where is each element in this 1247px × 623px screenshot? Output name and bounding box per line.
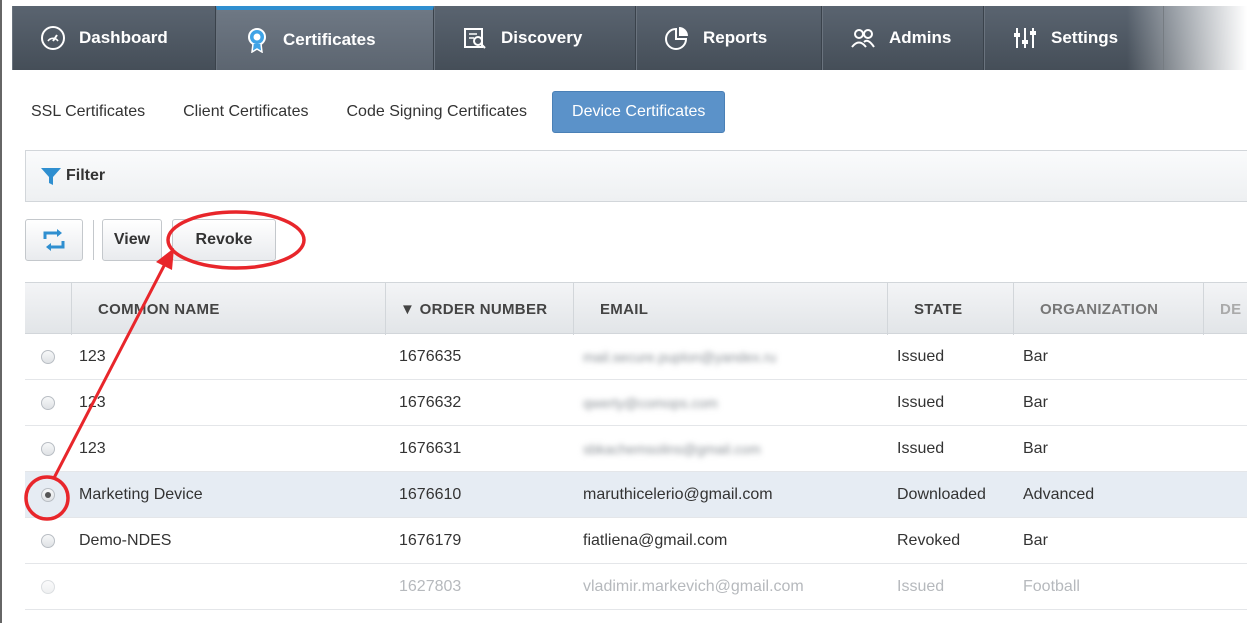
cell-organization: Bar [1023, 393, 1048, 411]
column-header-truncated[interactable]: DE [1203, 283, 1247, 335]
revoke-button[interactable]: Revoke [172, 219, 276, 261]
window-edge [0, 0, 2, 623]
row-radio-selected[interactable] [41, 487, 55, 502]
tab-label: Certificates [283, 30, 376, 49]
tab-reports[interactable]: Reports [636, 6, 822, 70]
refresh-button[interactable] [25, 219, 83, 261]
cell-state: Issued [897, 577, 945, 595]
tab-dashboard[interactable]: Dashboard [12, 6, 216, 70]
table-row[interactable]: 123 1676632 qwerty@comops.com Issued Bar [25, 380, 1247, 426]
cell-email-blurred: sbkachemsolins@gmail.com [583, 440, 761, 457]
cell-organization: Bar [1023, 439, 1048, 457]
cell-state: Downloaded [897, 485, 986, 503]
subtab-ssl-certificates[interactable]: SSL Certificates [12, 91, 164, 133]
tab-label: Settings [1051, 28, 1119, 47]
row-radio[interactable] [41, 395, 55, 410]
toolbar-separator [93, 220, 94, 260]
table-row[interactable]: Demo-NDES 1676179 fiatliena@gmail.com Re… [25, 518, 1247, 564]
cell-organization: Bar [1023, 347, 1048, 365]
subtab-client-certificates[interactable]: Client Certificates [164, 91, 327, 133]
table-row[interactable]: 123 1676635 mail.secure.puplon@yandex.ru… [25, 334, 1247, 380]
certificate-type-tabs: SSL Certificates Client Certificates Cod… [12, 90, 726, 134]
cell-order-number: 1676632 [399, 393, 462, 411]
cell-email: maruthicelerio@gmail.com [583, 485, 773, 503]
filter-label: Filter [66, 167, 106, 184]
discovery-icon [461, 24, 489, 52]
cell-common-name: 123 [79, 393, 106, 411]
cell-organization: Football [1023, 577, 1080, 595]
cell-common-name: Marketing Device [79, 485, 203, 503]
table-row[interactable]: 123 1676631 sbkachemsolins@gmail.com Iss… [25, 426, 1247, 472]
cell-order-number: 1676610 [399, 485, 462, 503]
column-header-email[interactable]: EMAIL [573, 283, 887, 335]
row-radio[interactable] [41, 349, 55, 364]
device-certificates-table: COMMON NAME ▼ ORDER NUMBER EMAIL STATE O… [25, 282, 1247, 610]
tab-discovery[interactable]: Discovery [434, 6, 636, 70]
column-header-organization[interactable]: ORGANIZATION [1013, 283, 1203, 335]
view-button[interactable]: View [102, 219, 162, 261]
row-radio[interactable] [41, 579, 55, 594]
cell-common-name: 123 [79, 347, 106, 365]
tab-label: Reports [703, 28, 768, 47]
tab-label: Admins [889, 28, 952, 47]
toolbar: View Revoke [25, 218, 276, 262]
cell-state: Issued [897, 393, 945, 411]
tab-label: Discovery [501, 28, 583, 47]
cell-email-blurred: qwerty@comops.com [583, 394, 718, 411]
admins-icon [849, 24, 877, 52]
filter-icon [41, 168, 61, 185]
cell-state: Issued [897, 347, 945, 365]
cell-order-number: 1676631 [399, 439, 462, 457]
cell-email: fiatliena@gmail.com [583, 531, 728, 549]
cell-organization: Bar [1023, 531, 1048, 549]
row-radio[interactable] [41, 441, 55, 456]
cell-order-number: 1676179 [399, 531, 462, 549]
column-header-common-name[interactable]: COMMON NAME [71, 283, 385, 335]
filter-bar[interactable]: Filter [25, 150, 1247, 202]
cell-email-blurred: mail.secure.puplon@yandex.ru [583, 348, 777, 365]
settings-icon [1011, 24, 1039, 52]
main-navigation: Dashboard Certificates Discovery Reports… [12, 6, 1247, 70]
table-header: COMMON NAME ▼ ORDER NUMBER EMAIL STATE O… [25, 282, 1247, 335]
table-row[interactable]: 1627803 vladimir.markevich@gmail.com Iss… [25, 564, 1247, 610]
select-column-header [25, 283, 71, 335]
certificate-icon [243, 26, 271, 54]
tab-certificates[interactable]: Certificates [216, 6, 434, 70]
column-header-state[interactable]: STATE [887, 283, 1013, 335]
subtab-code-signing-certificates[interactable]: Code Signing Certificates [328, 91, 547, 133]
cell-email: vladimir.markevich@gmail.com [583, 577, 804, 595]
cell-state: Revoked [897, 531, 961, 549]
gauge-icon [39, 24, 67, 52]
cell-organization: Advanced [1023, 485, 1095, 503]
table-row-selected[interactable]: Marketing Device 1676610 maruthicelerio@… [25, 472, 1247, 518]
tab-settings[interactable]: Settings [984, 6, 1164, 70]
row-radio[interactable] [41, 533, 55, 548]
reports-icon [663, 24, 691, 52]
cell-common-name: Demo-NDES [79, 531, 172, 549]
column-header-order-number[interactable]: ▼ ORDER NUMBER [385, 283, 573, 335]
cell-order-number: 1627803 [399, 577, 462, 595]
cell-order-number: 1676635 [399, 347, 462, 365]
cell-common-name: 123 [79, 439, 106, 457]
cell-state: Issued [897, 439, 945, 457]
tab-label: Dashboard [79, 28, 168, 47]
tab-admins[interactable]: Admins [822, 6, 984, 70]
refresh-icon [43, 229, 65, 251]
subtab-device-certificates[interactable]: Device Certificates [552, 91, 726, 133]
